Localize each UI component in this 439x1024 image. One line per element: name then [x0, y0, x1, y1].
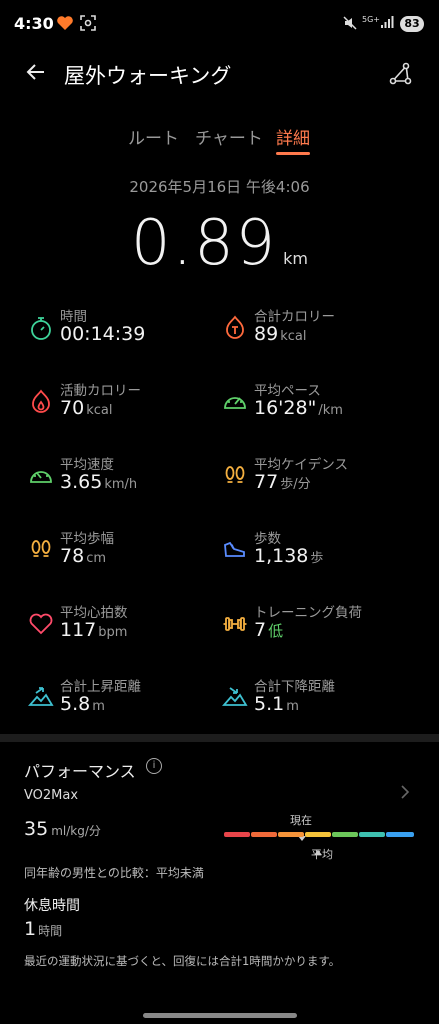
network-type: 5G+: [362, 15, 380, 24]
calorie-icon: [222, 315, 248, 341]
active-tab-indicator: [276, 152, 310, 155]
screenshot-icon: [80, 15, 96, 35]
ascent-icon: [28, 685, 54, 711]
metric-value: 78 cm: [60, 545, 106, 567]
scale-segment: [386, 832, 414, 837]
metric-active-calories: 活動カロリー 70 kcal: [28, 379, 228, 429]
pace-gauge-icon: [222, 389, 248, 415]
metric-total-ascent: 合計上昇距離 5.8 m: [28, 675, 228, 725]
tab-chart[interactable]: チャート: [195, 124, 263, 149]
stopwatch-icon: [28, 315, 54, 341]
metric-avg-heart-rate: 平均心拍数 117 bpm: [28, 601, 228, 651]
age-comparison-text: 同年齢の男性との比較：平均未満: [24, 866, 204, 880]
metric-avg-stride: 平均歩幅 78 cm: [28, 527, 228, 577]
status-time: 4:30: [14, 14, 54, 33]
info-icon[interactable]: i: [146, 758, 162, 774]
scale-segment: [332, 832, 358, 837]
heart-notification-icon: [56, 15, 74, 35]
rest-time-title: 休息時間: [24, 898, 80, 914]
recovery-note: 最近の運動状況に基づくと、回復には合計1時間かかります。: [24, 954, 341, 968]
tab-details[interactable]: 詳細: [276, 124, 310, 149]
metric-label: 合計下降距離: [254, 679, 335, 695]
status-bar: 4:30 5G+ 83: [0, 0, 439, 46]
metric-value: 77 歩/分: [254, 471, 311, 493]
workout-datetime: 2026年5月16日 午後4:06: [129, 178, 310, 196]
vo2max-label: VO2Max: [24, 788, 79, 803]
metric-value: 1,138 歩: [254, 545, 324, 567]
heart-icon: [28, 611, 54, 637]
page-title: 屋外ウォーキング: [64, 64, 232, 88]
home-indicator[interactable]: [143, 1013, 297, 1018]
speedometer-icon: [28, 463, 54, 489]
share-icon[interactable]: [388, 62, 412, 90]
distance-value: 0.89: [131, 206, 278, 279]
tab-route[interactable]: ルート: [128, 124, 179, 149]
metric-label: 歩数: [254, 531, 281, 547]
rest-time-value: 1 時間: [24, 918, 63, 940]
back-arrow-icon[interactable]: [24, 60, 48, 89]
metric-label: 合計上昇距離: [60, 679, 141, 695]
metric-label: 時間: [60, 309, 87, 325]
tab-bar: ルート チャート 詳細: [0, 124, 439, 158]
distance-unit: km: [283, 249, 308, 268]
metric-training-load: トレーニング負荷 7低: [222, 601, 422, 651]
metric-label: 活動カロリー: [60, 383, 141, 399]
metric-value: 89 kcal: [254, 323, 307, 345]
metric-label: トレーニング負荷: [254, 605, 362, 621]
stride-footprints-icon: [28, 537, 54, 563]
scale-segment: [305, 832, 331, 837]
descent-icon: [222, 685, 248, 711]
metric-value: 5.1 m: [254, 693, 299, 715]
metric-label: 合計カロリー: [254, 309, 335, 325]
scale-segment: [359, 832, 385, 837]
metric-value: 16'28"/km: [254, 397, 343, 419]
signal-icon: [380, 15, 394, 33]
performance-title: パフォーマンス: [24, 762, 136, 781]
battery-indicator: 83: [400, 16, 424, 32]
metric-label: 平均ペース: [254, 383, 321, 399]
metric-avg-pace: 平均ペース 16'28"/km: [222, 379, 422, 429]
section-divider: [0, 734, 439, 742]
scale-segment: [224, 832, 250, 837]
flame-icon: [28, 389, 54, 415]
metric-label: 平均ケイデンス: [254, 457, 348, 473]
shoe-icon: [222, 537, 248, 563]
metric-avg-cadence: 平均ケイデンス 77 歩/分: [222, 453, 422, 503]
scale-average-label: 平均: [311, 848, 333, 861]
metric-value: 7低: [254, 619, 284, 641]
metric-value: 70 kcal: [60, 397, 113, 419]
mute-icon: [343, 16, 357, 34]
scale-segment: [278, 832, 304, 837]
distance-display: 0.89 km: [0, 206, 439, 279]
metric-label: 平均速度: [60, 457, 114, 473]
metric-duration: 時間 00:14:39: [28, 305, 228, 355]
vo2max-scale: [224, 832, 414, 837]
metric-steps: 歩数 1,138 歩: [222, 527, 422, 577]
metric-label: 平均歩幅: [60, 531, 114, 547]
metric-value: 00:14:39: [60, 323, 146, 345]
dumbbell-icon: [222, 611, 248, 637]
chevron-right-icon[interactable]: [400, 784, 410, 805]
scale-segment: [251, 832, 277, 837]
metric-total-calories: 合計カロリー 89 kcal: [222, 305, 422, 355]
metric-label: 平均心拍数: [60, 605, 128, 621]
metric-value: 5.8 m: [60, 693, 105, 715]
vo2max-value: 35 ml/kg/分: [24, 818, 101, 840]
metric-value: 3.65 km/h: [60, 471, 138, 493]
metric-total-descent: 合計下降距離 5.1 m: [222, 675, 422, 725]
metric-value: 117 bpm: [60, 619, 128, 641]
metric-avg-speed: 平均速度 3.65 km/h: [28, 453, 228, 503]
footprints-icon: [222, 463, 248, 489]
